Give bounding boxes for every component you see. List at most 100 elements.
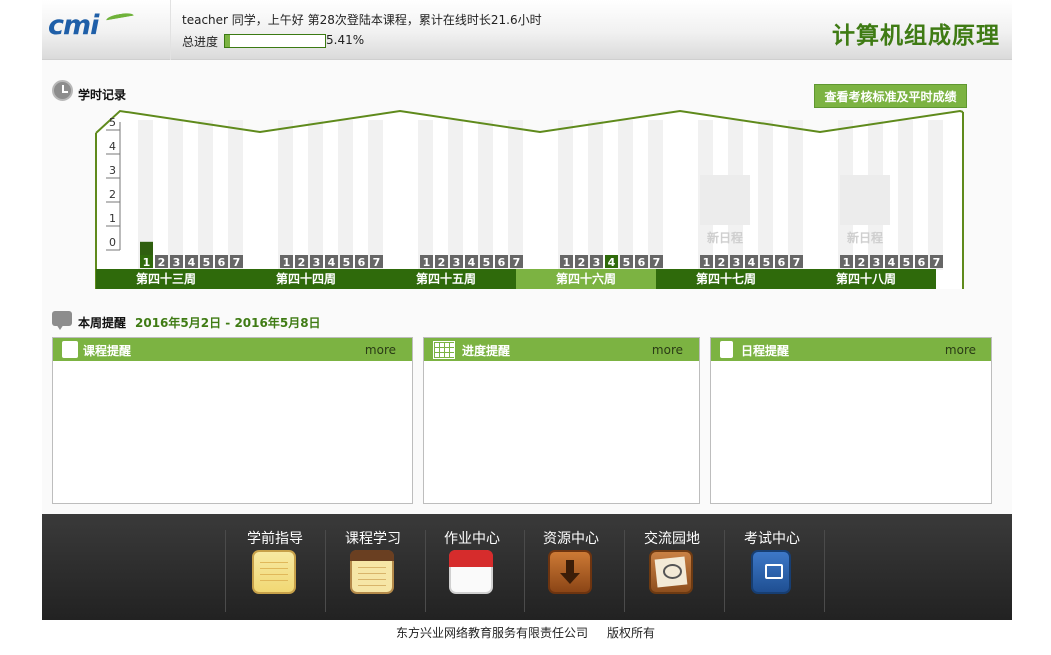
day-number: 1: [703, 256, 711, 269]
day-number: 2: [158, 256, 166, 269]
rights-text: 版权所有: [607, 626, 656, 640]
progress-label: 总进度: [182, 35, 219, 49]
day-number: 3: [453, 256, 461, 269]
document-icon: [62, 341, 78, 358]
day-number: 6: [638, 256, 646, 269]
new-schedule-placeholder: [840, 175, 890, 225]
day-number: 4: [748, 256, 756, 269]
study-hours-chart: 012345第四十三周1 2 3 4 5 6 7第四十四周1 2 3 4 5 6 7第四十五周1 2 3 4 5…: [95, 109, 964, 289]
day-number: 6: [918, 256, 926, 269]
greeting-text: teacher 同学，上午好 第28次登陆本课程，累计在线时长21.6小时: [182, 13, 542, 27]
logo-swoosh-icon: [105, 11, 135, 25]
course-reminder-header: 课程提醒 more: [53, 338, 412, 361]
notepad-icon: [252, 550, 296, 594]
nav-label: 课程学习: [345, 531, 401, 547]
day-number: 7: [373, 256, 381, 269]
day-stripe: [558, 120, 573, 270]
day-stripe: [228, 120, 243, 270]
progress-row: 总进度 5.41%: [182, 33, 364, 50]
y-tick-label: 4: [109, 140, 116, 153]
day-number: 2: [578, 256, 586, 269]
day-number: 6: [218, 256, 226, 269]
nav-item-resource-center[interactable]: 资源中心: [521, 514, 621, 620]
day-number: 2: [718, 256, 726, 269]
notebook-icon: [350, 550, 394, 594]
day-number: 6: [498, 256, 506, 269]
day-number: 3: [733, 256, 741, 269]
nav-item-discussion[interactable]: 交流园地: [622, 514, 722, 620]
day-number: 4: [188, 256, 196, 269]
nav-label: 学前指导: [247, 531, 303, 547]
day-number: 1: [843, 256, 851, 269]
week-range: 2016年5月2日 - 2016年5月8日: [135, 314, 321, 331]
logo-divider: [170, 0, 171, 60]
course-reminder-box: 课程提醒 more: [52, 337, 413, 504]
nav-item-exam-center[interactable]: 考试中心: [722, 514, 822, 620]
day-number: 7: [793, 256, 801, 269]
nav-item-homework-center[interactable]: 作业中心: [422, 514, 522, 620]
day-stripe: [928, 120, 943, 270]
book-icon: [751, 550, 791, 594]
week-label: 第四十五周: [416, 271, 476, 286]
schedule-reminder-box: 日程提醒 more: [710, 337, 992, 504]
progress-bar: [224, 34, 326, 48]
new-schedule-label: 新日程: [847, 230, 883, 245]
speech-bubble-icon: [52, 311, 72, 330]
week-range-end: 2016年5月8日: [234, 316, 321, 330]
study-hours-bar: [140, 241, 153, 255]
progress-reminder-header: 进度提醒 more: [424, 338, 699, 361]
progress-fill: [225, 35, 231, 47]
day-stripe: [478, 120, 493, 270]
day-number: 4: [608, 256, 616, 269]
day-number: 7: [233, 256, 241, 269]
day-stripe: [588, 120, 603, 270]
progress-reminder-more-link[interactable]: more: [652, 343, 683, 357]
y-tick-label: 1: [109, 212, 116, 225]
weekly-reminder-title: 本周提醒: [78, 316, 127, 330]
main-panel: 学时记录 查看考核标准及平时成绩 0 1 2 3 4 5 第四十三周 1 2 3 4 5 6 7 第四十四周…: [42, 60, 1012, 514]
chat-icon: [649, 550, 693, 594]
y-tick-label: 5: [109, 116, 116, 129]
y-tick-label: 2: [109, 188, 116, 201]
week-label: 第四十四周: [276, 271, 336, 286]
nav-separator: [824, 530, 825, 612]
day-number: 7: [513, 256, 521, 269]
progress-reminder-box: 进度提醒 more: [423, 337, 700, 504]
day-number: 3: [313, 256, 321, 269]
day-number: 2: [438, 256, 446, 269]
day-number: 5: [203, 256, 211, 269]
notebook-small-icon: [720, 341, 733, 358]
header: cmi teacher 同学，上午好 第28次登陆本课程，累计在线时长21.6小…: [42, 0, 1012, 60]
schedule-reminder-more-link[interactable]: more: [945, 343, 976, 357]
copyright: 东方兴业网络教育服务有限责任公司 版权所有: [0, 624, 1051, 641]
calendar-grid-icon: [433, 341, 455, 359]
day-number: 7: [933, 256, 941, 269]
new-schedule-placeholder: [700, 175, 750, 225]
nav-item-course-study[interactable]: 课程学习: [323, 514, 423, 620]
nav-label: 交流园地: [644, 531, 700, 547]
nav-item-pre-study-guide[interactable]: 学前指导: [225, 514, 325, 620]
day-number: 1: [283, 256, 291, 269]
nav-label: 作业中心: [444, 531, 500, 547]
course-reminder-title: 课程提醒: [83, 344, 132, 358]
course-reminder-more-link[interactable]: more: [365, 343, 396, 357]
week-label: 第四十八周: [836, 271, 896, 286]
day-stripe: [338, 120, 353, 270]
week-label: 第四十七周: [696, 271, 756, 286]
schedule-reminder-header: 日程提醒 more: [711, 338, 991, 361]
day-stripe: [368, 120, 383, 270]
week-label: 第四十六周: [556, 271, 616, 286]
day-number: 1: [143, 256, 151, 269]
schedule-reminder-title: 日程提醒: [741, 344, 790, 358]
week-range-separator: -: [221, 316, 235, 330]
day-number: 5: [483, 256, 491, 269]
day-number: 5: [343, 256, 351, 269]
day-stripe: [448, 120, 463, 270]
calendar-icon: [449, 550, 493, 594]
y-tick-label: 3: [109, 164, 116, 177]
day-stripe: [278, 120, 293, 270]
logo[interactable]: cmi: [48, 10, 99, 41]
week-label: 第四十三周: [136, 271, 196, 286]
day-number: 5: [903, 256, 911, 269]
day-number: 4: [468, 256, 476, 269]
